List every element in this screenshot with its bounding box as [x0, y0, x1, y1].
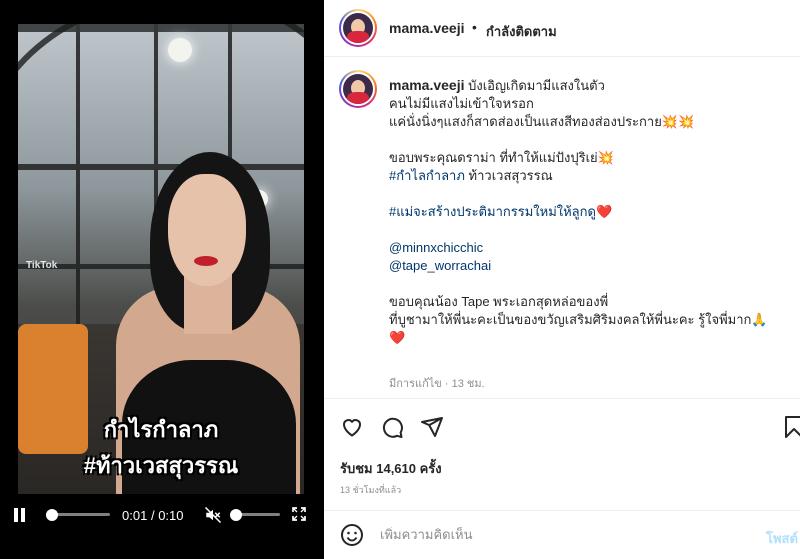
video-controls: 0:01 / 0:10	[0, 496, 324, 536]
caption-blank	[389, 131, 789, 149]
video-caption-line-1: กำไรกำลาภ	[103, 417, 219, 442]
person-face	[168, 174, 246, 286]
post-panel: mama.veeji • กำลังติดตาม mama.veeji บังเ…	[324, 0, 800, 559]
progress-handle[interactable]	[46, 508, 59, 521]
time-current: 0:01	[122, 508, 148, 523]
bookmark-icon[interactable]	[782, 415, 800, 439]
emoji-icon[interactable]	[340, 523, 364, 547]
caption-area: mama.veeji บังเอิญเกิดมามีแสงในตัว คนไม่…	[324, 58, 800, 398]
view-count[interactable]: รับชม 14,610 ครั้ง	[340, 458, 442, 479]
person-lips	[194, 256, 218, 266]
header-username[interactable]: mama.veeji	[389, 20, 465, 36]
fullscreen-icon[interactable]	[291, 506, 307, 522]
pause-icon[interactable]	[14, 508, 26, 522]
caption-line-13: ที่บูชามาให้พี่นะคะเป็นของขวัญเสริมศิริม…	[389, 312, 768, 327]
video-caption-line-2: #ท้าวเวสสุวรรณ	[83, 453, 239, 478]
caption-avatar-image	[343, 74, 373, 104]
caption-line-12: ขอบคุณน้อง Tape พระเอกสุดหล่อของพี่	[389, 294, 609, 309]
caption-blank	[389, 221, 789, 239]
post-timestamp[interactable]: 13 ชั่วโมงที่แล้ว	[340, 483, 401, 497]
caption-line-11: @tape_worrachai	[389, 257, 789, 275]
caption-blank	[389, 185, 789, 203]
add-comment-bar: โพสต์	[324, 510, 800, 559]
post-comment-button[interactable]: โพสต์	[766, 528, 798, 549]
mention-link[interactable]: @tape_worrachai	[389, 258, 491, 273]
comment-input[interactable]	[380, 527, 740, 542]
time-separator: /	[150, 508, 155, 523]
caption-line-2: คนไม่มีแสงไม่เข้าใจหรอก	[389, 96, 534, 111]
caption-line-8: #แม่จะสร้างประติมากรรมใหม่ให้ลูกดู❤️	[389, 203, 789, 221]
mention-link[interactable]: @minnxchicchic	[389, 240, 483, 255]
edited-timestamp: มีการแก้ไข · 13 ชม.	[389, 378, 485, 390]
caption-line-6: #กำไลกำลาภ ท้าวเวสสุวรรณ	[389, 167, 789, 185]
caption-username[interactable]: mama.veeji	[389, 77, 465, 93]
caption-line: mama.veeji บังเอิญเกิดมามีแสงในตัว	[389, 76, 789, 95]
avatar-image	[343, 13, 373, 43]
heart-emoji: ❤️	[389, 330, 406, 345]
following-button[interactable]: กำลังติดตาม	[486, 21, 557, 42]
mute-icon[interactable]	[204, 506, 222, 524]
action-bar	[324, 398, 800, 448]
tiktok-watermark: TikTok	[26, 260, 58, 271]
caption-avatar[interactable]	[339, 70, 377, 108]
time-total: 0:10	[158, 508, 184, 523]
caption-blank	[389, 275, 789, 293]
time-display: 0:01 / 0:10	[122, 508, 184, 523]
progress-bar[interactable]	[46, 508, 110, 521]
share-icon[interactable]	[420, 415, 444, 439]
caption-line-1: บังเอิญเกิดมามีแสงในตัว	[468, 78, 605, 93]
avatar[interactable]	[339, 9, 377, 47]
comment-icon[interactable]	[380, 415, 404, 439]
post-header: mama.veeji • กำลังติดตาม	[324, 0, 800, 57]
hashtag-link[interactable]: #แม่จะสร้างประติมากรรมใหม่ให้ลูกดู	[389, 204, 596, 219]
video-player[interactable]: TikTok กำไรกำลาภ #ท้าวเวสสุวรรณ 0:01 / 0…	[0, 0, 324, 559]
caption-line-5: ขอบพระคุณดราม่า ที่ทำให้แม่ปังปุริเย่💥	[389, 150, 614, 165]
heart-emoji: ❤️	[595, 204, 613, 219]
header-separator: •	[472, 19, 477, 35]
volume-handle[interactable]	[230, 508, 242, 521]
caption-line-10: @minnxchicchic	[389, 239, 789, 257]
ceiling-lamp	[168, 38, 192, 62]
volume-slider[interactable]	[230, 508, 280, 521]
caption-text: mama.veeji บังเอิญเกิดมามีแสงในตัว คนไม่…	[389, 76, 789, 347]
heart-icon[interactable]	[340, 415, 364, 439]
caption-line-6-text: ท้าวเวสสุวรรณ	[468, 168, 553, 183]
video-frame[interactable]: TikTok กำไรกำลาภ #ท้าวเวสสุวรรณ	[18, 24, 304, 494]
caption-line-3: แค่นั่งนิ่งๆแสงก็สาดส่องเป็นแสงสีทองส่อง…	[389, 114, 695, 129]
hashtag-link[interactable]: #กำไลกำลาภ	[389, 168, 465, 183]
